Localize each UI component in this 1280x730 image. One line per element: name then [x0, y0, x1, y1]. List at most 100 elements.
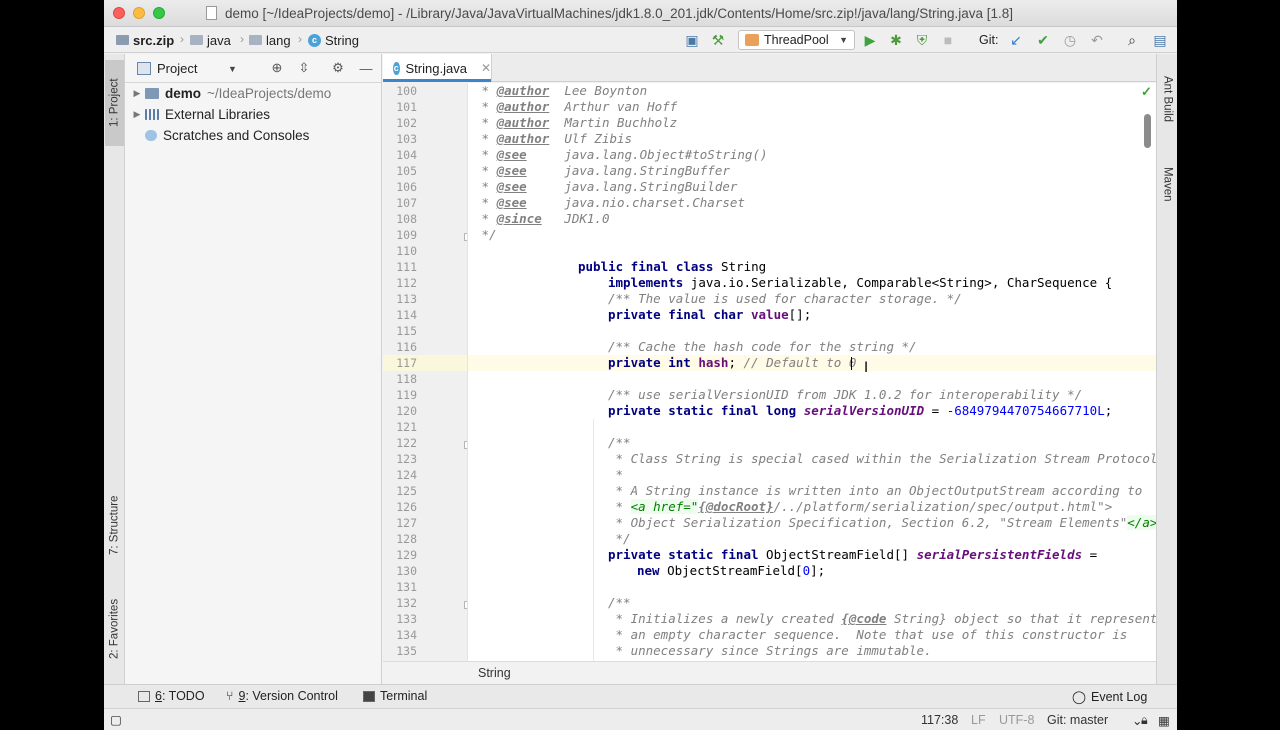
line-number[interactable]: 100 — [383, 83, 417, 99]
run-icon[interactable]: ▶ — [862, 32, 878, 48]
expand-arrow-icon[interactable]: ▶ — [129, 88, 145, 99]
line-separator[interactable]: LF — [971, 713, 986, 727]
tree-item-scratches[interactable]: Scratches and Consoles — [145, 125, 309, 146]
tree-item-external-libraries[interactable]: ▶ External Libraries — [129, 104, 271, 125]
line-number[interactable]: 117 — [383, 355, 417, 371]
line-number[interactable]: 109 — [383, 227, 417, 243]
crumb-string[interactable]: c String — [308, 32, 359, 48]
line-number[interactable]: 115 — [383, 323, 417, 339]
line-number[interactable]: 123 — [383, 451, 417, 467]
tool-button-todo[interactable]: 6: TODO — [138, 689, 205, 703]
hide-icon[interactable]: — — [358, 60, 374, 76]
code-line-116: /** Cache the hash code for the string *… — [608, 339, 917, 354]
line-number[interactable]: 101 — [383, 99, 417, 115]
hammer-icon[interactable]: ⚒ — [710, 32, 726, 48]
tool-button-version-control[interactable]: ⑂ 9: Version Control — [226, 689, 338, 703]
maximize-window-button[interactable] — [153, 7, 165, 19]
tool-tab-project[interactable]: 1: Project — [105, 60, 124, 146]
line-number[interactable]: 104 — [383, 147, 417, 163]
line-number[interactable]: 107 — [383, 195, 417, 211]
line-number[interactable]: 130 — [383, 563, 417, 579]
line-number[interactable]: 135 — [383, 643, 417, 659]
line-number[interactable]: 119 — [383, 387, 417, 403]
breadcrumb-class[interactable]: String — [478, 666, 511, 680]
lock-icon[interactable]: 🔒︎ — [1141, 713, 1148, 728]
line-number[interactable]: 133 — [383, 611, 417, 627]
git-branch[interactable]: Git: master — [1047, 713, 1108, 727]
line-number[interactable]: 118 — [383, 371, 417, 387]
line-number[interactable]: 126 — [383, 499, 417, 515]
line-number[interactable]: 108 — [383, 211, 417, 227]
module-folder-icon — [145, 88, 159, 99]
tool-tab-ant-build[interactable]: Ant Build — [1158, 64, 1177, 134]
file-encoding[interactable]: UTF-8 — [999, 713, 1034, 727]
rollback-icon[interactable]: ↶ — [1089, 32, 1105, 48]
chevron-down-icon[interactable]: ▼ — [228, 64, 237, 74]
history-icon[interactable]: ◷ — [1062, 32, 1078, 48]
line-number[interactable]: 129 — [383, 547, 417, 563]
update-project-icon[interactable]: ↙ — [1008, 32, 1024, 48]
tool-button-event-log[interactable]: ◯ Event Log — [1072, 689, 1147, 705]
memory-indicator-icon[interactable]: ▦ — [1158, 713, 1170, 728]
line-number[interactable]: 134 — [383, 627, 417, 643]
run-config-select[interactable]: ThreadPool ▼ — [738, 30, 855, 50]
crumb-java[interactable]: java — [190, 32, 231, 48]
editor-scrollbar-thumb[interactable] — [1144, 114, 1151, 148]
line-number[interactable]: 121 — [383, 419, 417, 435]
code-editor[interactable]: * @author Lee Boynton * @author Arthur v… — [468, 83, 1156, 661]
debug-icon[interactable]: ✱ — [888, 32, 904, 48]
project-structure-icon[interactable]: ▤ — [1152, 32, 1168, 48]
line-number[interactable]: 102 — [383, 115, 417, 131]
close-window-button[interactable] — [113, 7, 125, 19]
line-number[interactable]: 105 — [383, 163, 417, 179]
line-number[interactable]: 127 — [383, 515, 417, 531]
gear-icon[interactable]: ⚙ — [330, 60, 346, 76]
inspection-ok-icon[interactable]: ✓ — [1141, 84, 1152, 100]
line-number[interactable]: 122 — [383, 435, 417, 451]
archive-icon — [116, 35, 129, 45]
tool-tab-favorites[interactable]: 2: Favorites — [105, 584, 124, 674]
coverage-icon[interactable]: ⛨ — [914, 32, 930, 48]
line-number[interactable]: 113 — [383, 291, 417, 307]
stop-icon[interactable]: ■ — [940, 32, 956, 48]
line-number[interactable]: 120 — [383, 403, 417, 419]
navigation-bar: src.zip › java › lang › c String ▣ ⚒ Thr… — [104, 27, 1177, 53]
code-line-117: private int hash; // Default to 0 — [608, 355, 857, 370]
locate-icon[interactable]: ⊕ — [269, 60, 285, 76]
line-number[interactable]: 112 — [383, 275, 417, 291]
git-label: Git: — [979, 33, 999, 47]
line-number[interactable]: 114 — [383, 307, 417, 323]
crumb-src-zip[interactable]: src.zip — [116, 32, 174, 48]
search-icon[interactable]: ⌕ — [1124, 32, 1140, 48]
collapse-icon[interactable]: ⇳ — [296, 60, 312, 76]
panel-toggle-icon[interactable]: ▢ — [110, 712, 122, 727]
code-line-108: * @since JDK1.0 — [474, 211, 610, 226]
code-line-125: * A String instance is written into an O… — [608, 483, 1143, 498]
line-number[interactable]: 125 — [383, 483, 417, 499]
line-number[interactable]: 110 — [383, 243, 417, 259]
tool-tab-structure[interactable]: 7: Structure — [105, 480, 124, 570]
tool-tab-maven[interactable]: Maven — [1158, 154, 1177, 214]
build-icon[interactable]: ▣ — [684, 32, 700, 48]
line-number[interactable]: 132 — [383, 595, 417, 611]
code-line-123: * Class String is special cased within t… — [608, 451, 1156, 466]
tree-item-demo[interactable]: ▶ demo ~/IdeaProjects/demo — [129, 83, 332, 104]
line-number[interactable]: 103 — [383, 131, 417, 147]
minimize-window-button[interactable] — [133, 7, 145, 19]
close-icon[interactable]: ✕ — [481, 61, 491, 75]
line-number[interactable]: 128 — [383, 531, 417, 547]
code-line-120: private static final long serialVersionU… — [608, 403, 1113, 418]
commit-icon[interactable]: ✔ — [1035, 32, 1051, 48]
line-number[interactable]: 106 — [383, 179, 417, 195]
line-number[interactable]: 116 — [383, 339, 417, 355]
line-number[interactable]: 131 — [383, 579, 417, 595]
line-number[interactable]: 111 — [383, 259, 417, 275]
project-view-select[interactable]: Project — [157, 61, 197, 76]
tab-string-java[interactable]: c String.java ✕ — [383, 54, 492, 82]
expand-arrow-icon[interactable]: ▶ — [129, 109, 145, 120]
line-number[interactable]: 124 — [383, 467, 417, 483]
caret-position[interactable]: 117:38 — [921, 713, 958, 727]
crumb-lang[interactable]: lang — [249, 32, 291, 48]
tool-button-terminal[interactable]: Terminal — [363, 689, 427, 703]
class-icon: c — [308, 33, 321, 47]
